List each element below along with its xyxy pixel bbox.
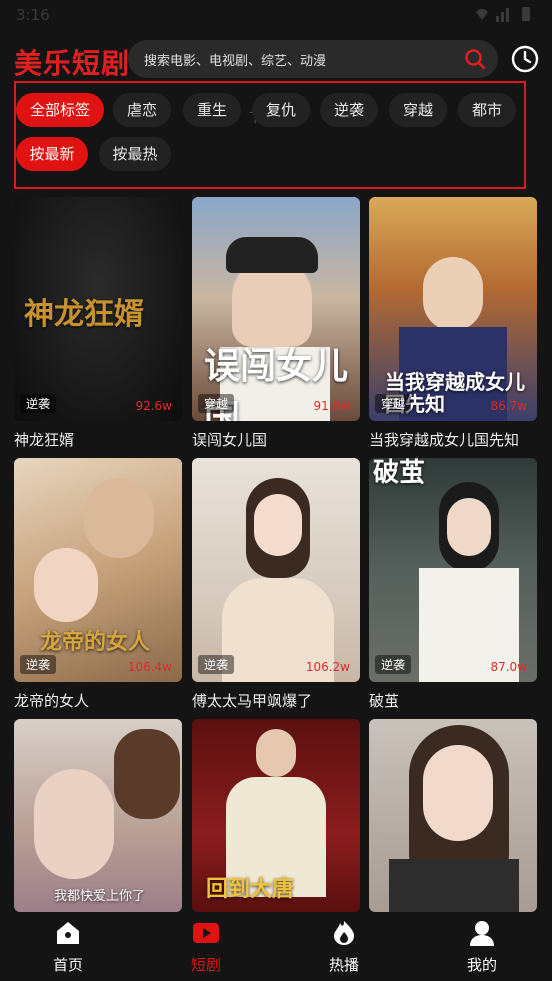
poster-face [256,729,296,777]
flame-icon [334,921,354,945]
view-count: 92.6w [135,399,172,413]
status-bar: 3:16 [0,0,552,30]
nav-home-label: 首页 [52,956,83,974]
poster-title-text: 神龙狂婿 [24,297,144,332]
poster-face [423,745,493,841]
poster-title-text: 龙帝的女人 [40,630,151,655]
poster-figure [34,548,98,622]
poster-subtitle-text: 我都快爱上你了 [54,889,146,904]
nav-trending[interactable]: 热播 [304,920,384,975]
poster-coat [389,859,519,912]
genre-badge: 逆袭 [20,655,57,674]
view-count: 87.0w [490,660,527,674]
genre-badge: 逆袭 [375,655,412,674]
category-tag-abuse-romance[interactable]: 虐恋 [113,93,171,127]
search-placeholder: 搜索电影、电视剧、综艺、动漫 [144,54,327,69]
drama-title[interactable]: 傅太太马甲飒爆了 [192,690,360,711]
status-time: 3:16 [16,6,50,24]
genre-badge: 穿越 [198,394,235,413]
drama-poster[interactable]: 我都快爱上你了 [14,719,182,912]
drama-card[interactable]: 回到大唐 [192,719,360,912]
filter-panel: 下拉 全部标签 虐恋 重生 复仇 逆袭 穿越 都市 按最新 按最热 [14,81,526,189]
drama-card[interactable]: 破茧 逆袭 87.0w 破茧 [369,458,537,711]
poster-figure [423,257,483,331]
genre-badge: 逆袭 [20,394,57,413]
nav-profile[interactable]: 我的 [442,920,522,975]
drama-card[interactable] [369,719,537,912]
poster-hat [226,237,318,273]
category-tag-revenge[interactable]: 复仇 [252,93,310,127]
nav-home[interactable]: 首页 [28,920,108,975]
view-count: 91.8w [313,399,350,413]
drama-poster[interactable]: 破茧 逆袭 87.0w [369,458,537,682]
nav-short-drama-label: 短剧 [190,956,221,974]
drama-title[interactable]: 当我穿越成女儿国先知 [369,429,537,450]
category-tag-comeback[interactable]: 逆袭 [320,93,378,127]
drama-card[interactable]: 误闯女儿国 穿越 91.8w 误闯女儿国 [192,197,360,450]
drama-title[interactable]: 龙帝的女人 [14,690,182,711]
nav-short-drama[interactable]: 短剧 [166,920,246,975]
app-logo: 美乐短剧 [14,47,131,80]
genre-badge: 穿越 [375,394,412,413]
video-play-icon [193,923,219,943]
drama-poster[interactable]: 龙帝的女人 逆袭 106.4w [14,458,182,682]
drama-card[interactable]: 逆袭 106.2w 傅太太马甲飒爆了 [192,458,360,711]
search-bar[interactable]: 搜索电影、电视剧、综艺、动漫 [128,40,498,78]
status-icons [476,7,530,22]
sort-hottest[interactable]: 按最热 [99,137,171,171]
bottom-nav: 首页 短剧 热播 我的 [0,912,552,981]
search-icon[interactable] [464,48,486,70]
home-icon [57,922,79,944]
poster-face [254,494,302,556]
drama-card[interactable]: 龙帝的女人 逆袭 106.4w 龙帝的女人 [14,458,182,711]
drama-card[interactable]: 神龙狂婿 逆袭 92.6w 神龙狂婿 [14,197,182,450]
drama-card[interactable]: 当我穿越成女儿国先知 穿越 86.7w 当我穿越成女儿国先知 [369,197,537,450]
poster-title-text: 破茧 [373,458,426,488]
drama-poster[interactable]: 神龙狂婿 逆袭 92.6w [14,197,182,421]
category-tag-time-travel[interactable]: 穿越 [389,93,447,127]
sort-newest[interactable]: 按最新 [16,137,88,171]
drama-title[interactable]: 神龙狂婿 [14,429,182,450]
category-tag-rebirth[interactable]: 重生 [183,93,241,127]
nav-profile-label: 我的 [466,956,497,974]
drama-title[interactable]: 误闯女儿国 [192,429,360,450]
user-icon [470,921,494,946]
view-count: 106.4w [127,660,172,674]
view-count: 86.7w [490,399,527,413]
poster-headboard [114,729,180,819]
category-tag-all[interactable]: 全部标签 [16,93,104,127]
nav-trending-label: 热播 [328,956,359,974]
poster-face [447,498,491,556]
drama-poster[interactable]: 当我穿越成女儿国先知 穿越 86.7w [369,197,537,421]
drama-poster[interactable]: 逆袭 106.2w [192,458,360,682]
drama-poster[interactable] [369,719,537,912]
drama-poster[interactable]: 误闯女儿国 穿越 91.8w [192,197,360,421]
drama-card[interactable]: 我都快爱上你了 [14,719,182,912]
view-count: 106.2w [305,660,350,674]
poster-figure [84,478,154,558]
drama-poster[interactable]: 回到大唐 [192,719,360,912]
poster-figure [34,769,114,879]
poster-title-text: 回到大唐 [206,877,295,902]
category-tag-urban[interactable]: 都市 [458,93,516,127]
header: 美乐短剧 搜索电影、电视剧、综艺、动漫 [0,36,552,86]
history-clock-icon[interactable] [510,44,540,74]
drama-title[interactable]: 破茧 [369,690,537,711]
genre-badge: 逆袭 [198,655,235,674]
